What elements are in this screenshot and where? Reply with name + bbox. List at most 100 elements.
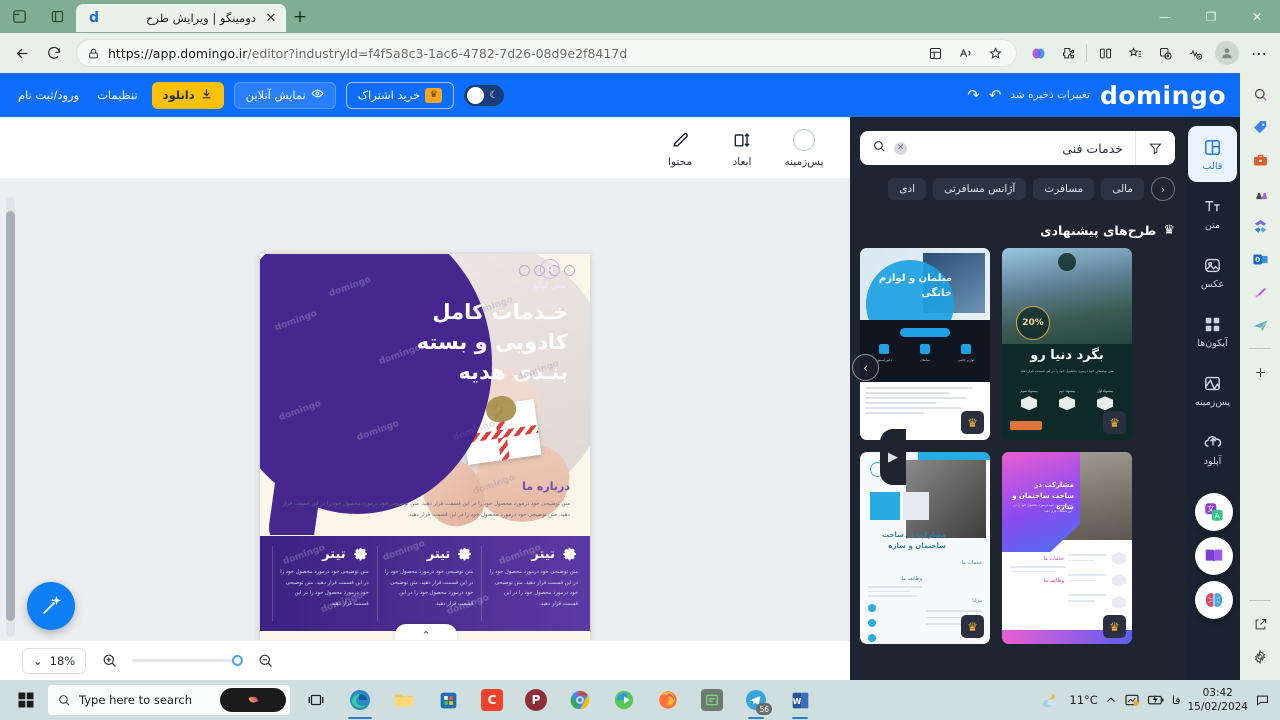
design-page[interactable]: ✿ محل لوگو خـدمات کامل کادویی و بسته بنـ… bbox=[260, 254, 590, 680]
split-screen-icon[interactable] bbox=[1090, 37, 1120, 69]
logo-placeholder[interactable]: ✿ محل لوگو bbox=[518, 259, 582, 290]
read-aloud-icon[interactable] bbox=[950, 37, 980, 69]
rail-item-image[interactable]: عکس bbox=[1188, 244, 1237, 300]
chip-finance[interactable]: مالی bbox=[1101, 178, 1144, 200]
browser-tab[interactable]: d دومینگو | ویرایش طرح ✕ bbox=[76, 4, 286, 32]
zoom-slider[interactable] bbox=[132, 655, 244, 666]
taskbar-telegram[interactable]: 56 bbox=[734, 680, 778, 720]
chip-partial[interactable]: ادی bbox=[888, 178, 927, 200]
minimize-button[interactable]: — bbox=[1142, 0, 1188, 33]
template-card-construction-gradient[interactable]: مشارکت در ساخت ساختمان و سازه متن توضیحی… bbox=[1002, 452, 1132, 644]
sidebar-office-icon[interactable] bbox=[1245, 211, 1275, 241]
taskbar-clock[interactable]: 03:42 15/02/2024 bbox=[1187, 686, 1248, 714]
sidebar-shopping-icon[interactable] bbox=[1245, 112, 1275, 142]
address-bar[interactable]: https://app.domingo.ir/editor?industryId… bbox=[76, 39, 1017, 67]
workspaces-icon[interactable] bbox=[0, 0, 38, 33]
undo-icon[interactable]: ↶ bbox=[989, 86, 1002, 104]
filter-icon[interactable] bbox=[1135, 131, 1175, 165]
tool-background[interactable]: پس‌زمینه bbox=[776, 128, 832, 168]
feature-column[interactable]: تیتر متن توضیحی خود درمورد محصول خود را … bbox=[271, 546, 369, 621]
network-icon[interactable] bbox=[1124, 692, 1140, 708]
language-indicator[interactable]: فا bbox=[1172, 694, 1181, 707]
canvas-area[interactable]: ✿ محل لوگو خـدمات کامل کادویی و بسته بنـ… bbox=[0, 179, 850, 680]
new-tab-button[interactable]: + bbox=[286, 3, 314, 31]
weather-widget[interactable]: 11°C bbox=[1039, 690, 1098, 710]
sidebar-telegram-icon[interactable] bbox=[1245, 310, 1275, 340]
taskbar-notes[interactable] bbox=[690, 680, 734, 720]
translate-icon[interactable]: 文A bbox=[1195, 493, 1233, 531]
tool-content[interactable]: محتوا bbox=[652, 128, 708, 168]
sidebar-designer-icon[interactable] bbox=[1245, 277, 1275, 307]
restore-button[interactable]: ❐ bbox=[1188, 0, 1234, 33]
sidebar-open-external-icon[interactable] bbox=[1245, 609, 1275, 639]
buy-subscription-button[interactable]: ♛ خرید اشتراک bbox=[345, 81, 455, 109]
rail-item-template[interactable]: قالب bbox=[1188, 126, 1237, 182]
sidebar-tools-icon[interactable] bbox=[1245, 145, 1275, 175]
taskbar-capcut[interactable]: C bbox=[470, 680, 514, 720]
battery-icon[interactable] bbox=[1147, 693, 1165, 707]
chip-travel[interactable]: مسافرت bbox=[1033, 178, 1095, 200]
magic-wand-button[interactable] bbox=[27, 582, 75, 630]
templates-next-button[interactable]: › bbox=[852, 354, 879, 381]
rail-item-icons[interactable]: آیکون‌ها bbox=[1188, 303, 1237, 359]
taskbar-edge[interactable] bbox=[338, 680, 382, 720]
sidebar-add-icon[interactable] bbox=[1245, 357, 1275, 387]
sidebar-settings-icon[interactable] bbox=[1245, 642, 1275, 672]
task-view-button[interactable] bbox=[294, 680, 338, 720]
show-hidden-icons[interactable] bbox=[1105, 694, 1117, 706]
extensions-icon[interactable] bbox=[1053, 37, 1083, 69]
template-card-travel[interactable]: 20% بگرد دنیا رو متن توضیحی خود درمورد م… bbox=[1002, 248, 1132, 440]
copilot-icon[interactable] bbox=[1023, 37, 1053, 69]
tab-close-icon[interactable]: ✕ bbox=[263, 10, 279, 26]
zoom-in-icon[interactable] bbox=[96, 648, 122, 674]
search-icon[interactable] bbox=[872, 139, 886, 157]
close-button[interactable]: ✕ bbox=[1234, 0, 1280, 33]
browser-essentials-icon[interactable] bbox=[1180, 37, 1210, 69]
settings-button[interactable]: تنظیمات bbox=[93, 82, 142, 109]
tool-dimensions[interactable]: ابعاد bbox=[714, 128, 770, 168]
tab-actions-icon[interactable] bbox=[38, 0, 76, 33]
rail-item-text[interactable]: متن bbox=[1188, 185, 1237, 241]
app-logo[interactable]: domingo bbox=[1100, 81, 1226, 110]
split-screen-add-icon[interactable] bbox=[920, 37, 950, 69]
canvas-scrollbar[interactable] bbox=[6, 197, 15, 637]
zoom-out-icon[interactable] bbox=[252, 648, 278, 674]
dark-mode-toggle[interactable]: ☾ bbox=[464, 84, 505, 106]
chips-prev-button[interactable]: ‹ bbox=[1151, 177, 1175, 201]
taskbar-search[interactable]: Type here to search bbox=[48, 685, 290, 715]
chip-travel-agency[interactable]: آژانس مسافرتی bbox=[933, 178, 1027, 200]
book-icon[interactable] bbox=[1195, 537, 1233, 575]
profile-avatar[interactable] bbox=[1215, 41, 1239, 65]
template-card-construction-light[interactable]: مشارکت در ساخت ساختمان و سازه خدمات ما و… bbox=[860, 452, 990, 644]
back-icon[interactable] bbox=[6, 37, 38, 69]
template-search-input[interactable]: خدمات فنی ✕ bbox=[860, 131, 1135, 165]
add-to-collection-icon[interactable] bbox=[1150, 37, 1180, 69]
taskbar-firefox[interactable] bbox=[646, 680, 690, 720]
reload-icon[interactable] bbox=[38, 37, 70, 69]
collections-icon[interactable] bbox=[1120, 37, 1150, 69]
online-preview-button[interactable]: نمایش آنلاین bbox=[233, 81, 336, 109]
zoom-level-select[interactable]: ⌄ 18% bbox=[22, 647, 87, 674]
taskbar-chrome[interactable] bbox=[558, 680, 602, 720]
taskbar-word[interactable]: W bbox=[778, 680, 822, 720]
start-button[interactable] bbox=[4, 680, 48, 720]
feature-column[interactable]: تیتر متن توضیحی خود درمورد محصول خود را … bbox=[376, 546, 473, 621]
clear-icon[interactable]: ✕ bbox=[894, 141, 907, 155]
rail-item-background[interactable]: پس‌زمینه bbox=[1188, 362, 1237, 418]
rail-item-upload[interactable]: آپلود bbox=[1188, 421, 1237, 477]
sidebar-search-icon[interactable] bbox=[1245, 79, 1275, 109]
flyer-headline[interactable]: خـدمات کامل کادویی و بسته بنـدی هدیه bbox=[368, 298, 568, 387]
favorite-star-icon[interactable] bbox=[980, 37, 1010, 69]
sidebar-games-icon[interactable] bbox=[1245, 178, 1275, 208]
notifications-icon[interactable] bbox=[1255, 693, 1270, 708]
copilot-button[interactable] bbox=[220, 688, 286, 712]
taskbar-file-explorer[interactable] bbox=[382, 680, 426, 720]
flyer-about-section[interactable]: درباره ما متن توضیحی خود درمورد محصول خو… bbox=[260, 480, 590, 522]
taskbar-idm[interactable] bbox=[602, 680, 646, 720]
template-card-furniture[interactable]: مبلمان و لوازم خانگی دکوراسیون مبلمان لو… bbox=[860, 248, 990, 440]
brain-icon[interactable] bbox=[1195, 581, 1233, 619]
download-button[interactable]: دانلود bbox=[151, 81, 224, 109]
sidebar-outlook-icon[interactable] bbox=[1245, 244, 1275, 274]
more-options-icon[interactable]: ⋯ bbox=[1244, 37, 1274, 69]
taskbar-potplayer[interactable]: P bbox=[514, 680, 558, 720]
